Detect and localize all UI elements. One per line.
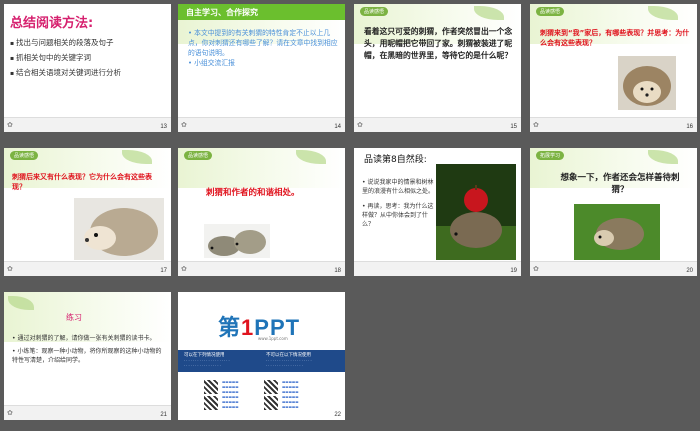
hedgehog-apple-photo <box>436 164 516 260</box>
slide-footer <box>530 117 697 132</box>
slide-thumbnail-19[interactable]: 品读第8自然段: 说说我家中的情景和树林里的浪漫有什么相似之处。 再读，思考：我… <box>354 148 521 276</box>
slide-text: 刺猬后来又有什么表现？它为什么会有这些表现？ <box>12 173 152 191</box>
slide-number: 22 <box>334 412 341 418</box>
slide-icon: ✿ <box>533 265 539 273</box>
qr-code <box>204 380 218 394</box>
bullet-list: 说说我家中的情景和树林里的浪漫有什么相似之处。 再读，思考：我为什么这样做？从中… <box>362 178 434 235</box>
qr-code <box>264 396 278 410</box>
list-item: 找出与问题相关的段落及句子 <box>10 36 121 51</box>
slide-thumbnail-20[interactable]: 拓展学习 想象一下，作者还会怎样善待刺猬？ ✿ 20 <box>530 148 697 276</box>
bullet-list: 通过对刺猬的了解，请你做一张有关刺猬的读书卡。 小练笔：观察一种小动物，将你所观… <box>12 334 162 369</box>
bullet-list: 本文中提到的有关刺猬的特性肯定不止以上几点，你对刺猬还有哪些了解？请在文章中找到… <box>188 28 340 68</box>
list-item: 再读，思考：我为什么这样做？从中你体会到了什么？ <box>362 202 434 229</box>
slide-icon: ✿ <box>533 121 539 129</box>
hedgehog-photo <box>204 224 270 258</box>
slide-number: 19 <box>510 268 517 274</box>
list-item: 结合相关语境对关键词进行分析 <box>10 66 121 81</box>
hedgehog-photo <box>618 56 676 110</box>
logo-text: 第 <box>218 315 242 340</box>
slide-number: 17 <box>160 268 167 274</box>
slide-icon: ✿ <box>7 409 13 417</box>
hedgehog-photo <box>574 204 660 260</box>
slide-number: 20 <box>686 268 693 274</box>
section-tag: 品读感悟 <box>360 7 389 16</box>
list-item: 通过对刺猬的了解，请你做一张有关刺猬的读书卡。 <box>12 334 162 343</box>
slide-footer <box>354 261 521 276</box>
list-item: 小组交流汇报 <box>188 58 340 68</box>
usage-details: · · · · · · · · · · · · · · · · · · · · … <box>184 359 230 368</box>
list-item: 本文中提到的有关刺猬的特性肯定不止以上几点，你对刺猬还有哪些了解？请在文章中找到… <box>188 28 340 58</box>
slide-footer <box>4 405 171 420</box>
resource-links[interactable]: ▬▬▬▬▬ ▬▬▬▬▬ ▬▬▬▬▬ ▬▬▬▬▬ ▬▬▬▬▬ ▬▬▬▬▬ <box>282 380 299 410</box>
slide-thumbnail-15[interactable]: 品读感悟 看着这只可爱的刺猬，作者突然冒出一个念头，用呢帽把它带回了家。刺猬被装… <box>354 4 521 132</box>
restriction-details: · · · · · · · · · · · · · · · · · · · · … <box>266 359 312 368</box>
slide-icon: ✿ <box>357 121 363 129</box>
section-tag: 拓展学习 <box>536 151 565 160</box>
slide-footer <box>4 117 171 132</box>
list-item: 小练笔：观察一种小动物，将你所观察的这种小动物的特性写清楚，介绍给同学。 <box>12 347 162 365</box>
slide-number: 21 <box>160 412 167 418</box>
slide-thumbnail-14[interactable]: 自主学习、合作探究 本文中提到的有关刺猬的特性肯定不止以上几点，你对刺猬还有哪些… <box>178 4 345 132</box>
slide-thumbnail-22[interactable]: 第1PPT www.1ppt.com 可以在下列情况使用 不可以在以下情况使用 … <box>178 292 345 420</box>
slide-number: 15 <box>510 124 517 130</box>
brand-url: www.1ppt.com <box>258 336 288 341</box>
slide-number: 18 <box>334 268 341 274</box>
list-item: 抓相关句中的关键字词 <box>10 51 121 66</box>
slide-footer <box>178 117 345 132</box>
slide-text: 看着这只可爱的刺猬，作者突然冒出一个念头，用呢帽把它带回了家。刺猬被装进了呢帽，… <box>364 27 513 60</box>
slide-heading: 练习 <box>66 313 82 322</box>
logo-number: 1 <box>241 315 255 340</box>
slide-text: 刺猬和作者的和谐相处。 <box>206 188 300 198</box>
slide-heading: 自主学习、合作探究 <box>186 8 258 17</box>
slide-icon: ✿ <box>181 121 187 129</box>
resource-links[interactable]: ▬▬▬▬▬ ▬▬▬▬▬ ▬▬▬▬▬ ▬▬▬▬▬ ▬▬▬▬▬ ▬▬▬▬▬ <box>222 380 239 410</box>
slide-heading: 品读第8自然段: <box>364 155 427 165</box>
slide-footer <box>178 261 345 276</box>
hedgehog-photo <box>74 198 164 260</box>
slide-number: 13 <box>160 124 167 130</box>
qr-code <box>204 396 218 410</box>
slide-thumbnail-18[interactable]: 品读感悟 刺猬和作者的和谐相处。 ✿ 18 <box>178 148 345 276</box>
slide-footer <box>354 117 521 132</box>
slide-text: 想象一下，作者还会怎样善待刺猬？ <box>560 173 680 195</box>
slide-number: 14 <box>334 124 341 130</box>
slide-thumbnail-17[interactable]: 品读感悟 刺猬后来又有什么表现？它为什么会有这些表现？ ✿ 17 <box>4 148 171 276</box>
slide-thumbnail-16[interactable]: 品读感悟 刺猬来到“我”家后，有哪些表现？并思考：为什么会有这些表现？ ✿ 16 <box>530 4 697 132</box>
usage-heading: 可以在下列情况使用 <box>184 353 225 358</box>
section-tag: 品读感悟 <box>10 151 39 160</box>
section-tag: 品读感悟 <box>184 151 213 160</box>
slide-footer <box>4 261 171 276</box>
slide-thumbnail-13[interactable]: 总结阅读方法: 找出与问题相关的段落及句子 抓相关句中的关键字词 结合相关语境对… <box>4 4 171 132</box>
bullet-list: 找出与问题相关的段落及句子 抓相关句中的关键字词 结合相关语境对关键词进行分析 <box>10 36 121 81</box>
slide-number: 16 <box>686 124 693 130</box>
slide-text: 刺猬来到“我”家后，有哪些表现？并思考：为什么会有这些表现？ <box>540 29 690 47</box>
restriction-heading: 不可以在以下情况使用 <box>266 353 311 358</box>
section-tag: 品读感悟 <box>536 7 565 16</box>
slide-icon: ✿ <box>7 265 13 273</box>
slide-thumbnail-21[interactable]: 练习 通过对刺猬的了解，请你做一张有关刺猬的读书卡。 小练笔：观察一种小动物，将… <box>4 292 171 420</box>
page-title: 总结阅读方法: <box>10 16 94 31</box>
slide-icon: ✿ <box>7 121 13 129</box>
slide-footer <box>530 261 697 276</box>
qr-code <box>264 380 278 394</box>
slide-icon: ✿ <box>181 265 187 273</box>
list-item: 说说我家中的情景和树林里的浪漫有什么相似之处。 <box>362 178 434 196</box>
